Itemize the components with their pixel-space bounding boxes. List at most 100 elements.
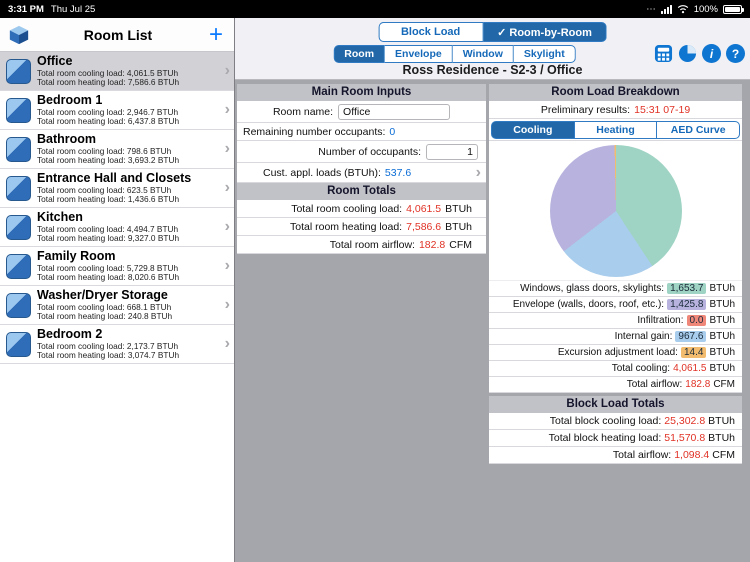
occupants-input[interactable] xyxy=(426,144,478,160)
room-info: Family RoomTotal room cooling load: 5,72… xyxy=(37,249,223,283)
room-name: Family Room xyxy=(37,249,223,264)
segment-block-load[interactable]: Block Load xyxy=(378,22,483,42)
tab-room[interactable]: Room xyxy=(333,45,385,63)
total-label: Total block cooling load: xyxy=(550,415,662,427)
custom-appliance-loads-row[interactable]: Cust. appl. loads (BTUh): 537.6 › xyxy=(237,163,486,183)
legend-value-chip: 14.4 xyxy=(681,347,706,358)
chart-tab-heating[interactable]: Heating xyxy=(575,121,658,139)
tab-skylight[interactable]: Skylight xyxy=(514,45,576,63)
chevron-right-icon: › xyxy=(225,218,230,236)
room-list-item[interactable]: Bedroom 1Total room cooling load: 2,946.… xyxy=(0,91,234,130)
room-total-row: Total room cooling load:4,061.5BTUh xyxy=(237,200,486,218)
total-value: 1,098.4 xyxy=(674,449,709,461)
main-area: Block Load ✓ Room-by-Room Room Envelope … xyxy=(235,18,750,562)
legend-unit: BTUh xyxy=(709,331,735,342)
room-cooling-line: Total room cooling load: 2,173.7 BTUh xyxy=(37,342,223,352)
room-list-item[interactable]: KitchenTotal room cooling load: 4,494.7 … xyxy=(0,208,234,247)
room-list-item[interactable]: BathroomTotal room cooling load: 798.6 B… xyxy=(0,130,234,169)
status-bar: 3:31 PM Thu Jul 25 ⋯ 100% xyxy=(0,0,750,18)
total-value: 7,586.6 xyxy=(406,221,441,233)
room-heating-line: Total room heating load: 9,327.0 BTUh xyxy=(37,234,223,244)
total-value: 182.8 xyxy=(419,239,445,251)
room-list-item[interactable]: Washer/Dryer StorageTotal room cooling l… xyxy=(0,286,234,325)
legend-unit: BTUh xyxy=(709,283,735,294)
room-heating-line: Total room heating load: 240.8 BTUh xyxy=(37,312,223,322)
room-list-item[interactable]: Bedroom 2Total room cooling load: 2,173.… xyxy=(0,325,234,364)
toolbar-icons: i ? xyxy=(654,44,745,63)
room-cooling-line: Total room cooling load: 798.6 BTUh xyxy=(37,147,223,157)
room-info: KitchenTotal room cooling load: 4,494.7 … xyxy=(37,210,223,244)
block-totals-rows: Total block cooling load:25,302.8BTUhTot… xyxy=(489,413,742,464)
chevron-right-icon: › xyxy=(225,179,230,197)
preliminary-results-value: 15:31 07-19 xyxy=(634,104,690,116)
room-name-label: Room name: xyxy=(273,106,333,118)
sidebar-header: Room List + xyxy=(0,18,234,52)
custom-appliance-loads-value: 537.6 xyxy=(385,167,411,179)
legend-label: Infiltration: xyxy=(637,315,683,326)
room-list-item[interactable]: Entrance Hall and ClosetsTotal room cool… xyxy=(0,169,234,208)
total-label: Total room heating load: xyxy=(290,221,402,233)
room-totals-header: Room Totals xyxy=(237,183,486,200)
total-unit: CFM xyxy=(713,379,735,390)
room-name: Kitchen xyxy=(37,210,223,225)
legend-row: Infiltration:0.0BTUh xyxy=(489,313,742,329)
mode-segmented-control: Block Load ✓ Room-by-Room xyxy=(378,22,607,42)
pie-chart xyxy=(550,145,682,277)
chart-tab-cooling[interactable]: Cooling xyxy=(491,121,575,139)
room-name-row: Room name: xyxy=(237,101,486,123)
total-unit: BTUh xyxy=(445,221,472,233)
total-value: 25,302.8 xyxy=(664,415,705,427)
block-total-row: Total block heating load:51,570.8BTUh xyxy=(489,430,742,447)
room-cooling-line: Total room cooling load: 4,494.7 BTUh xyxy=(37,225,223,235)
tab-envelope[interactable]: Envelope xyxy=(385,45,453,63)
tab-window[interactable]: Window xyxy=(453,45,514,63)
info-icon[interactable]: i xyxy=(702,44,721,63)
room-total-row: Total room heating load: 7,586.6 BTUh xyxy=(237,218,486,236)
room-list-item[interactable]: Family RoomTotal room cooling load: 5,72… xyxy=(0,247,234,286)
room-info: Bedroom 2Total room cooling load: 2,173.… xyxy=(37,327,223,361)
main-inputs-header: Main Room Inputs xyxy=(237,84,486,101)
chart-tab-aed-curve[interactable]: AED Curve xyxy=(657,121,740,139)
room-name: Office xyxy=(37,54,223,69)
room-icon xyxy=(6,137,31,162)
segment-room-by-room[interactable]: ✓ Room-by-Room xyxy=(483,22,607,42)
total-label: Total airflow: xyxy=(627,379,683,390)
chevron-right-icon: › xyxy=(225,140,230,158)
room-name-input[interactable] xyxy=(338,104,450,120)
room-cooling-line: Total room cooling load: 5,729.8 BTUh xyxy=(37,264,223,274)
chevron-right-icon: › xyxy=(225,62,230,80)
legend-unit: BTUh xyxy=(709,315,735,326)
help-icon[interactable]: ? xyxy=(726,44,745,63)
legend-row: Envelope (walls, doors, roof, etc.):1,42… xyxy=(489,297,742,313)
room-list: OfficeTotal room cooling load: 4,061.5 B… xyxy=(0,52,234,364)
room-icon xyxy=(6,254,31,279)
add-room-button[interactable]: + xyxy=(206,24,226,46)
legend-row: Excursion adjustment load:14.4BTUh xyxy=(489,345,742,361)
sidebar: Room List + OfficeTotal room cooling loa… xyxy=(0,18,235,562)
page-title: Ross Residence - S2-3 / Office xyxy=(235,63,750,77)
room-heating-line: Total room heating load: 1,436.6 BTUh xyxy=(37,195,223,205)
chevron-right-icon: › xyxy=(225,101,230,119)
room-list-item[interactable]: OfficeTotal room cooling load: 4,061.5 B… xyxy=(0,52,234,91)
room-cooling-line: Total room cooling load: 2,946.7 BTUh xyxy=(37,108,223,118)
room-cooling-line: Total room cooling load: 4,061.5 BTUh xyxy=(37,69,223,79)
calculator-icon[interactable] xyxy=(654,44,673,63)
pie-chart-icon[interactable] xyxy=(678,44,697,63)
cellular-dots-icon: ⋯ xyxy=(646,4,656,15)
total-value: 51,570.8 xyxy=(664,432,705,444)
room-heating-line: Total room heating load: 3,693.2 BTUh xyxy=(37,156,223,166)
remaining-occupants-label: Remaining number occupants: xyxy=(243,126,385,138)
room-name: Bathroom xyxy=(37,132,223,147)
pie-chart-area xyxy=(489,141,742,281)
legend-label: Internal gain: xyxy=(615,331,673,342)
room-name: Bedroom 1 xyxy=(37,93,223,108)
room-load-breakdown-panel: Room Load Breakdown Preliminary results:… xyxy=(489,84,742,464)
room-heating-line: Total room heating load: 3,074.7 BTUh xyxy=(37,351,223,361)
room-name: Entrance Hall and Closets xyxy=(37,171,223,186)
room-info: BathroomTotal room cooling load: 798.6 B… xyxy=(37,132,223,166)
legend-value-chip: 1,425.8 xyxy=(667,299,706,310)
legend-unit: BTUh xyxy=(709,299,735,310)
chevron-right-icon: › xyxy=(225,335,230,353)
block-total-row: Total block cooling load:25,302.8BTUh xyxy=(489,413,742,430)
total-label: Total cooling: xyxy=(612,363,670,374)
